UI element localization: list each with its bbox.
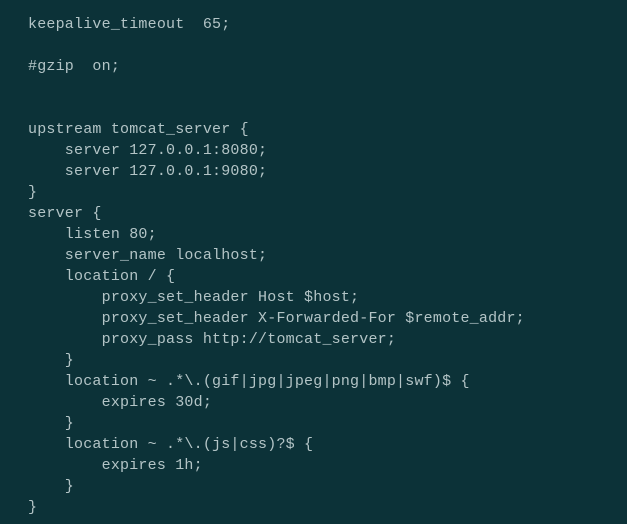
nginx-config-code: keepalive_timeout 65; #gzip on; upstream… [0,0,627,518]
